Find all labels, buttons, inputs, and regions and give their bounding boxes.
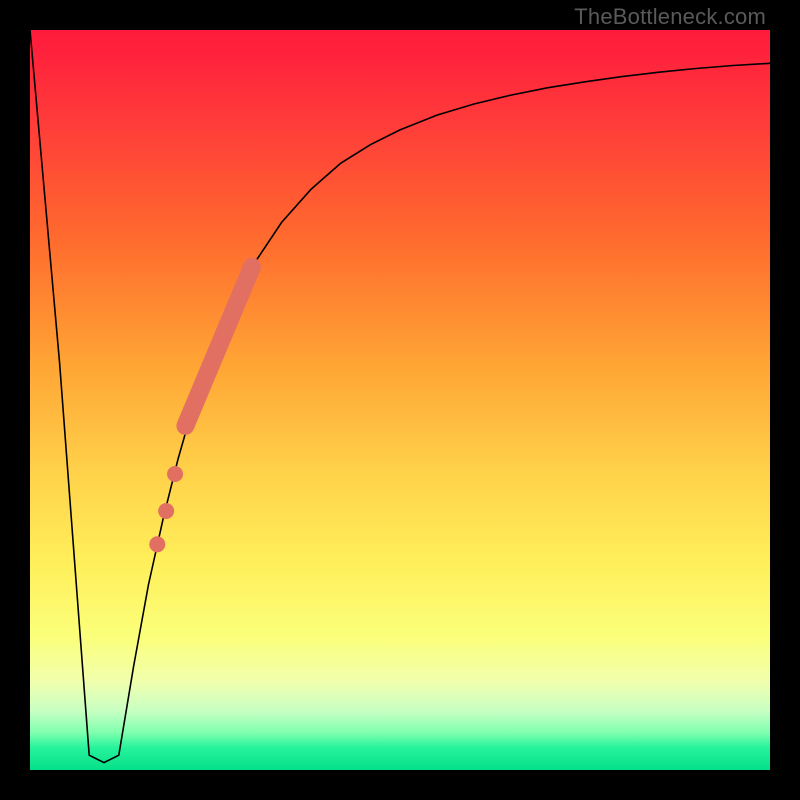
bottleneck-curve bbox=[30, 30, 770, 763]
watermark-text: TheBottleneck.com bbox=[574, 4, 766, 30]
highlight-band bbox=[185, 267, 252, 426]
curve-svg bbox=[30, 30, 770, 770]
chart-frame: TheBottleneck.com bbox=[0, 0, 800, 800]
highlight-dot bbox=[149, 536, 165, 552]
scatter-group bbox=[149, 267, 252, 553]
highlight-dot bbox=[158, 503, 174, 519]
highlight-dot bbox=[167, 466, 183, 482]
plot-area bbox=[30, 30, 770, 770]
